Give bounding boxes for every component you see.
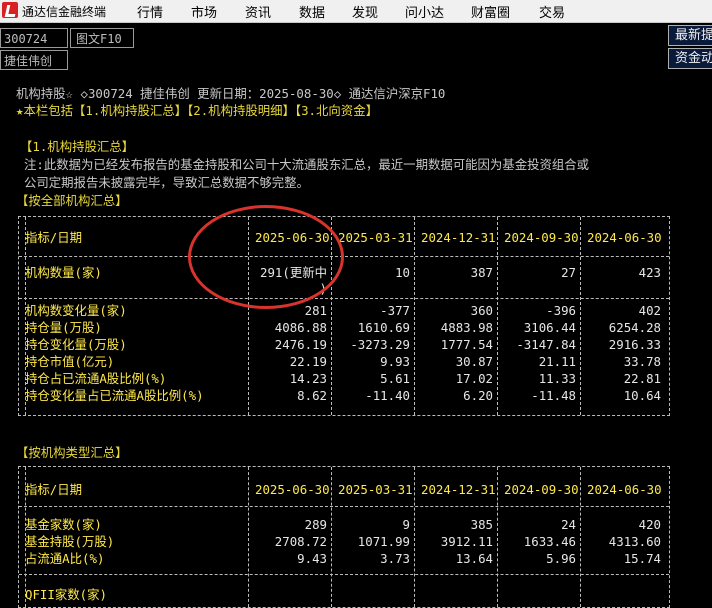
table2-cell: 1071.99 bbox=[357, 534, 410, 549]
annotation-circle bbox=[188, 205, 344, 309]
table2-cell: 13.64 bbox=[455, 551, 493, 566]
table2-cell: 2708.72 bbox=[274, 534, 327, 549]
table1-cell: -11.48 bbox=[531, 388, 576, 403]
table1-cell: 8.62 bbox=[297, 388, 327, 403]
table1-cell: -3273.29 bbox=[350, 337, 410, 352]
table2-cell: 1633.46 bbox=[523, 534, 576, 549]
table1-cell: 10 bbox=[395, 265, 410, 280]
table1-cell: 387 bbox=[470, 265, 493, 280]
table2-row-label: 占流通A比(%) bbox=[25, 551, 105, 566]
institution-summary-table: 指标/日期 2025-06-30 2025-03-31 2024-12-31 2… bbox=[18, 216, 670, 416]
stock-name-box[interactable]: 捷佳伟创 bbox=[0, 50, 68, 70]
institution-type-table: 指标/日期 2025-06-30 2025-03-31 2024-12-31 2… bbox=[18, 466, 670, 608]
table1-cell: 9.93 bbox=[380, 354, 410, 369]
tab-graphic-f10[interactable]: 图文F10 bbox=[70, 28, 134, 48]
table1-cell: 27 bbox=[561, 265, 576, 280]
table1-cell: 17.02 bbox=[455, 371, 493, 386]
table1-row-label: 机构数量(家) bbox=[25, 265, 102, 280]
table1-cell: 21.11 bbox=[538, 354, 576, 369]
table1-date-2: 2025-03-31 bbox=[338, 230, 413, 245]
table1-cell: 1610.69 bbox=[357, 320, 410, 335]
menu-item-discover[interactable]: 发现 bbox=[352, 2, 378, 21]
table2-date-4: 2024-09-30 bbox=[504, 482, 579, 497]
table1-row-label: 持仓市值(亿元) bbox=[25, 354, 115, 369]
table2-date-3: 2024-12-31 bbox=[421, 482, 496, 497]
table2-cell: 9 bbox=[402, 517, 410, 532]
table2-cell: 24 bbox=[561, 517, 576, 532]
menu-bar: 通达信金融终端 行情 市场 资讯 数据 发现 问小达 财富圈 交易 bbox=[0, 0, 712, 23]
section1-title: 【1.机构持股汇总】 bbox=[20, 139, 135, 154]
menu-item-wealth[interactable]: 财富圈 bbox=[471, 2, 510, 21]
menu-item-market[interactable]: 市场 bbox=[191, 2, 217, 21]
note-line-2: 公司定期报告未披露完毕，导致汇总数据不够完整。 bbox=[24, 175, 309, 190]
table1-cell: -3147.84 bbox=[516, 337, 576, 352]
table1-date-4: 2024-09-30 bbox=[504, 230, 579, 245]
table2-cell: 3912.11 bbox=[440, 534, 493, 549]
section-index-line[interactable]: ★本栏包括【1.机构持股汇总】【2.机构持股明细】【3.北向资金】 bbox=[16, 103, 378, 118]
table1-cell: 11.33 bbox=[538, 371, 576, 386]
table1-cell: 281 bbox=[304, 303, 327, 318]
table2-cell: 289 bbox=[304, 517, 327, 532]
table1-date-3: 2024-12-31 bbox=[421, 230, 496, 245]
note-line-1: 注:此数据为已经发布报告的基金持股和公司十大流通股东汇总，最近一期数据可能因为基… bbox=[24, 157, 590, 172]
table2-date-1: 2025-06-30 bbox=[255, 482, 330, 497]
table1-cell: 10.64 bbox=[623, 388, 661, 403]
table1-cell: -11.40 bbox=[365, 388, 410, 403]
table2-date-2: 2025-03-31 bbox=[338, 482, 413, 497]
table1-cell: 2476.19 bbox=[274, 337, 327, 352]
table1-cell: 22.19 bbox=[289, 354, 327, 369]
table1-date-5: 2024-06-30 bbox=[587, 230, 662, 245]
table1-cell: 6.20 bbox=[463, 388, 493, 403]
table1-cell: 423 bbox=[638, 265, 661, 280]
table1-header-label: 指标/日期 bbox=[25, 230, 83, 245]
table1-cell: 30.87 bbox=[455, 354, 493, 369]
menu-item-ask[interactable]: 问小达 bbox=[405, 2, 444, 21]
table2-cell: 3.73 bbox=[380, 551, 410, 566]
sub2-title: 【按机构类型汇总】 bbox=[16, 445, 128, 460]
table1-cell: 402 bbox=[638, 303, 661, 318]
table1-cell: 6254.28 bbox=[608, 320, 661, 335]
menu-item-data[interactable]: 数据 bbox=[299, 2, 325, 21]
table1-cell: 3106.44 bbox=[523, 320, 576, 335]
table2-row-label: 基金持股(万股) bbox=[25, 534, 115, 549]
table1-cell: 2916.33 bbox=[608, 337, 661, 352]
menu-item-news[interactable]: 资讯 bbox=[245, 2, 271, 21]
menu-item-quotes[interactable]: 行情 bbox=[137, 2, 163, 21]
table1-cell: 5.61 bbox=[380, 371, 410, 386]
table2-cell: 9.43 bbox=[297, 551, 327, 566]
table1-cell: 1777.54 bbox=[440, 337, 493, 352]
table2-cell: 385 bbox=[470, 517, 493, 532]
table1-cell: 4883.98 bbox=[440, 320, 493, 335]
stock-code-box[interactable]: 300724 bbox=[0, 28, 68, 48]
table1-cell: -396 bbox=[546, 303, 576, 318]
header-line: 机构持股☆ ◇300724 捷佳伟创 更新日期：2025-08-30◇ 通达信沪… bbox=[16, 86, 446, 101]
menu-item-trade[interactable]: 交易 bbox=[539, 2, 565, 21]
table1-row-label: 持仓变化量(万股) bbox=[25, 337, 127, 352]
table2-cell: 15.74 bbox=[623, 551, 661, 566]
table1-cell: 22.81 bbox=[623, 371, 661, 386]
table1-cell: 14.23 bbox=[289, 371, 327, 386]
table1-cell: 4086.88 bbox=[274, 320, 327, 335]
table1-row-label: 机构数变化量(家) bbox=[25, 303, 127, 318]
app-logo-icon bbox=[2, 2, 18, 18]
table1-cell: 360 bbox=[470, 303, 493, 318]
table1-row-label: 持仓量(万股) bbox=[25, 320, 102, 335]
sub1-title: 【按全部机构汇总】 bbox=[16, 193, 128, 208]
app-title: 通达信金融终端 bbox=[22, 5, 107, 19]
table2-cell: 4313.60 bbox=[608, 534, 661, 549]
fund-flow-button[interactable]: 资金动 bbox=[668, 48, 712, 69]
table2-header-label: 指标/日期 bbox=[25, 482, 83, 497]
table2-date-5: 2024-06-30 bbox=[587, 482, 662, 497]
table1-row-label: 持仓变化量占已流通A股比例(%) bbox=[25, 388, 204, 403]
table1-row-label: 持仓占已流通A股比例(%) bbox=[25, 371, 167, 386]
table2-cell: 5.96 bbox=[546, 551, 576, 566]
table2-cell: 420 bbox=[638, 517, 661, 532]
table1-cell: 33.78 bbox=[623, 354, 661, 369]
latest-button[interactable]: 最新提 bbox=[668, 25, 712, 46]
table1-cell: -377 bbox=[380, 303, 410, 318]
table2-row-label: 基金家数(家) bbox=[25, 517, 102, 532]
